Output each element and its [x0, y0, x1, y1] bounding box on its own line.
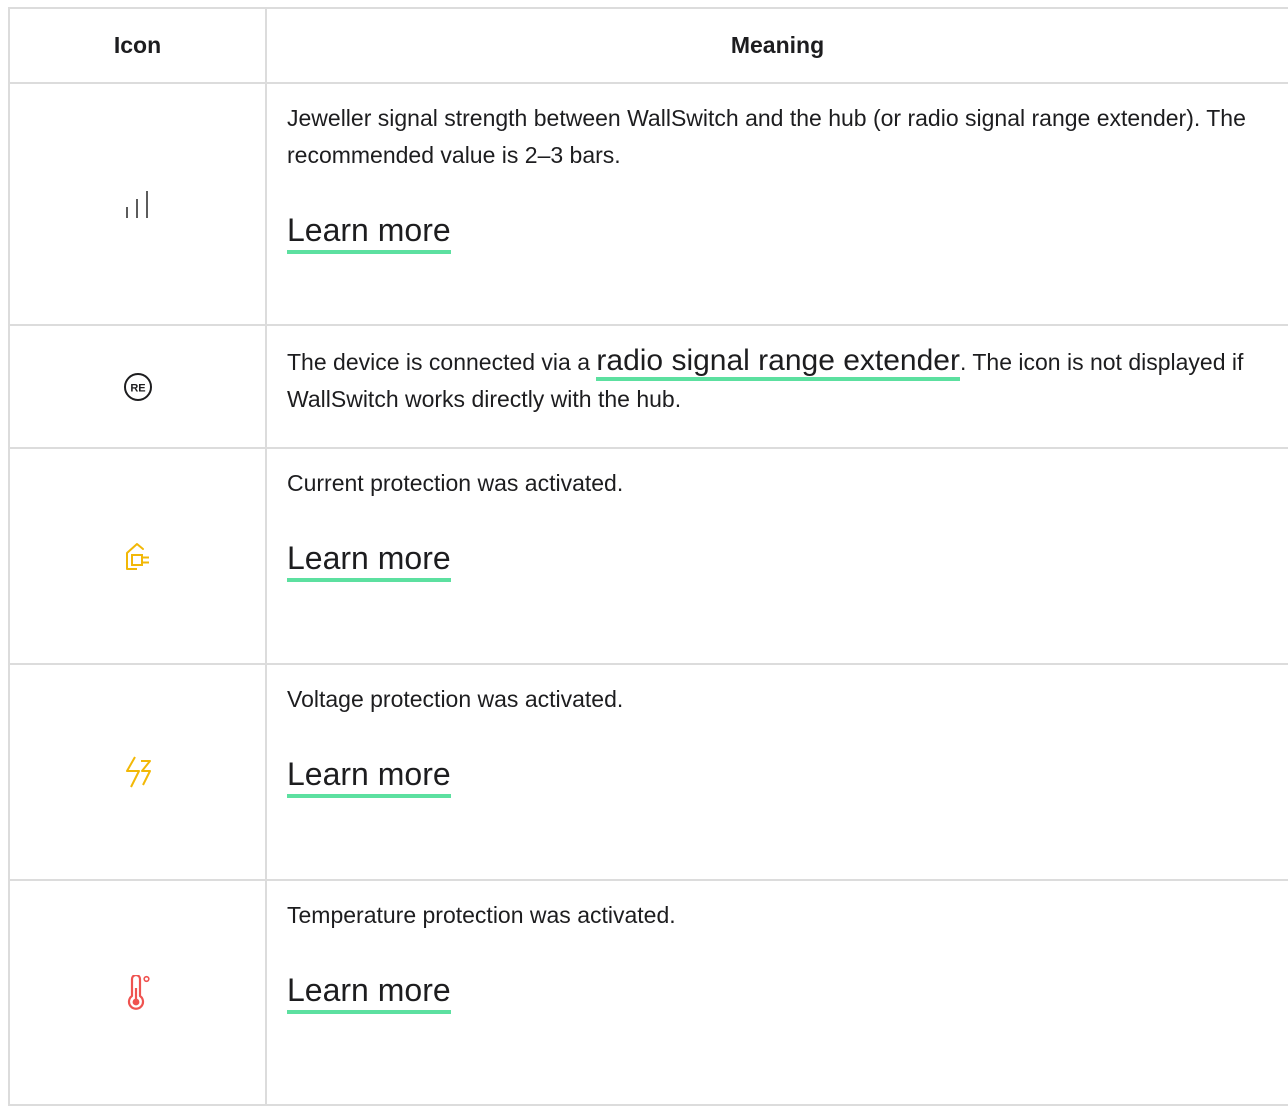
icon-cell: RE	[8, 324, 267, 449]
icon-cell	[8, 663, 267, 881]
meaning-cell: Jeweller signal strength between WallSwi…	[265, 82, 1288, 326]
header-meaning: Meaning	[265, 7, 1288, 84]
range-extender-icon-label: RE	[130, 382, 145, 394]
signal-strength-icon	[120, 191, 156, 218]
table-row: Jeweller signal strength between WallSwi…	[8, 82, 1288, 326]
icons-table: Icon Meaning Jeweller signal strength be…	[8, 7, 1288, 1106]
icon-cell	[8, 879, 267, 1106]
meaning-cell: The device is connected via a radio sign…	[265, 324, 1288, 449]
meaning-text: Temperature protection was activated.	[287, 902, 676, 928]
meaning-text: Current protection was activated.	[287, 470, 624, 496]
learn-more-link[interactable]: Learn more	[287, 538, 451, 582]
learn-more-link[interactable]: Learn more	[287, 754, 451, 798]
meaning-text-before: The device is connected via a	[287, 349, 597, 375]
meaning-cell: Temperature protection was activated. Le…	[265, 879, 1288, 1106]
icon-cell	[8, 447, 267, 665]
table-row: Voltage protection was activated. Learn …	[8, 663, 1288, 881]
temperature-protection-icon	[125, 974, 151, 1010]
meaning-text: Voltage protection was activated.	[287, 686, 624, 712]
table-header-row: Icon Meaning	[8, 7, 1288, 84]
meaning-cell: Current protection was activated. Learn …	[265, 447, 1288, 665]
voltage-protection-icon	[123, 756, 153, 788]
current-protection-icon	[124, 543, 152, 570]
table-row: Temperature protection was activated. Le…	[8, 879, 1288, 1106]
radio-signal-range-extender-link[interactable]: radio signal range extender	[596, 344, 960, 381]
icon-cell	[8, 82, 267, 326]
learn-more-link[interactable]: Learn more	[287, 210, 451, 254]
meaning-text: Jeweller signal strength between WallSwi…	[287, 105, 1246, 168]
range-extender-icon: RE	[123, 372, 153, 401]
learn-more-link[interactable]: Learn more	[287, 970, 451, 1014]
meaning-cell: Voltage protection was activated. Learn …	[265, 663, 1288, 881]
table-row: Current protection was activated. Learn …	[8, 447, 1288, 665]
table-row: RE The device is connected via a radio s…	[8, 324, 1288, 449]
header-icon: Icon	[8, 7, 267, 84]
